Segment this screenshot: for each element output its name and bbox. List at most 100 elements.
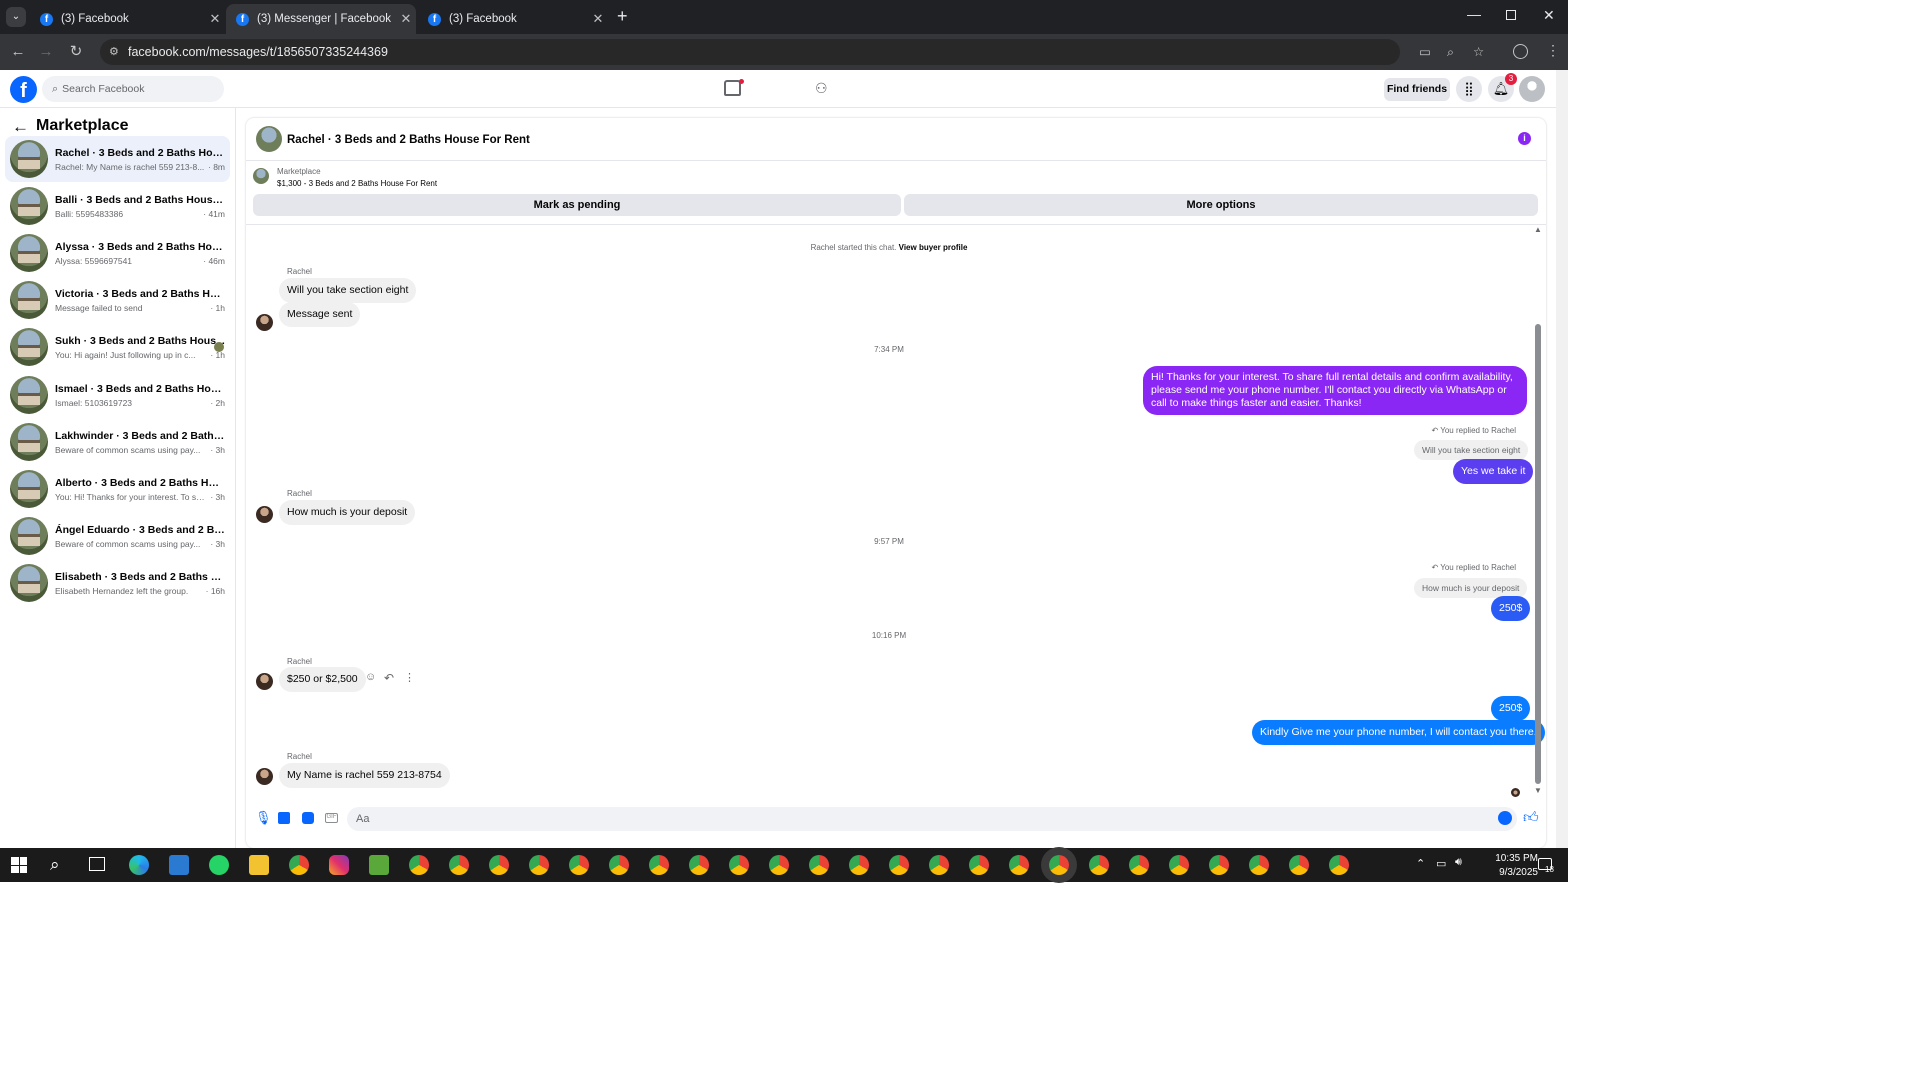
back-icon[interactable]: ←	[8, 42, 28, 62]
react-smiley-icon[interactable]: ☺	[365, 671, 376, 683]
clock-time[interactable]: 10:35 PM	[1478, 853, 1538, 864]
sender-avatar[interactable]	[256, 314, 273, 331]
mark-as-pending-button[interactable]: Mark as pending	[253, 194, 901, 216]
sender-avatar[interactable]	[256, 673, 273, 690]
conversation-item[interactable]: Sukh · 3 Beds and 2 Baths Hous... You: Hi…	[5, 324, 230, 370]
chrome-profile-icon[interactable]	[769, 855, 789, 875]
volume-icon[interactable]: 🔊︎	[1455, 856, 1462, 869]
view-buyer-profile-link[interactable]: View buyer profile	[899, 243, 968, 252]
menu-grid-icon[interactable]: ⣿	[1456, 76, 1482, 102]
listing-title[interactable]: $1,300 - 3 Beds and 2 Baths House For Re…	[277, 179, 437, 188]
message-in[interactable]: How much is your deposit	[279, 500, 416, 525]
chrome-profile-icon[interactable]	[409, 855, 429, 875]
photo-icon[interactable]	[278, 812, 290, 824]
message-out[interactable]: Hi! Thanks for your interest. To share f…	[1143, 366, 1527, 415]
chat-scroll-up-icon[interactable]: ▲	[1534, 225, 1542, 234]
windows-start-icon[interactable]	[11, 857, 27, 873]
bookmark-star-icon[interactable]: ☆	[1473, 39, 1484, 65]
message-out[interactable]: 250$	[1491, 596, 1531, 621]
instagram-icon[interactable]	[329, 855, 349, 875]
chrome-profile-icon[interactable]	[609, 855, 629, 875]
facebook-logo-icon[interactable]: f	[10, 76, 37, 103]
message-out[interactable]: Yes we take it	[1453, 459, 1534, 484]
chrome-icon[interactable]	[289, 855, 309, 875]
chrome-profile-icon[interactable]	[529, 855, 549, 875]
chrome-profile-icon[interactable]	[1049, 855, 1069, 875]
sender-avatar[interactable]	[256, 506, 273, 523]
tab-search-chevron-icon[interactable]: ⌄	[6, 7, 26, 27]
notepad-icon[interactable]	[369, 855, 389, 875]
sticker-icon[interactable]	[302, 812, 314, 824]
whatsapp-icon[interactable]	[209, 855, 229, 875]
friends-icon[interactable]: ⚇	[815, 80, 831, 96]
chrome-profile-icon[interactable]	[849, 855, 869, 875]
edge-icon[interactable]	[129, 855, 149, 875]
message-input[interactable]: Aa	[347, 807, 1517, 831]
message-in[interactable]: $250 or $2,500	[279, 667, 366, 692]
back-arrow-icon[interactable]: ←	[12, 117, 29, 137]
more-kebab-icon[interactable]: ⋮	[404, 671, 415, 684]
chat-scroll-down-icon[interactable]: ▼	[1534, 786, 1542, 795]
microphone-icon[interactable]: 🎙︎	[255, 810, 272, 826]
listing-thumbnail[interactable]	[253, 168, 269, 184]
task-view-icon[interactable]	[89, 857, 105, 871]
chrome-profile-icon[interactable]	[969, 855, 989, 875]
like-thumb-icon[interactable]: 👍︎	[1523, 809, 1539, 827]
conversation-item[interactable]: Ángel Eduardo · 3 Beds and 2 Bath... Bewa…	[5, 513, 230, 559]
search-box[interactable]: ⌕ Search Facebook	[42, 76, 224, 102]
chrome-profile-icon[interactable]	[649, 855, 669, 875]
tab-facebook-1[interactable]: f (3) Facebook ✕	[30, 4, 225, 34]
zoom-icon[interactable]: ⌕	[1447, 39, 1454, 65]
message-in[interactable]: Message sent	[279, 302, 361, 327]
find-friends-button[interactable]: Find friends	[1384, 78, 1450, 101]
tab-facebook-2[interactable]: f (3) Facebook ✕	[418, 4, 608, 34]
chrome-profile-icon[interactable]	[1169, 855, 1189, 875]
reload-icon[interactable]: ↻	[66, 42, 86, 62]
chrome-profile-icon[interactable]	[689, 855, 709, 875]
chat-title[interactable]: Rachel · 3 Beds and 2 Baths House For Re…	[287, 134, 530, 146]
reply-arrow-icon[interactable]: ↶	[384, 671, 394, 685]
network-icon[interactable]: ▭	[1436, 857, 1446, 870]
search-taskbar-icon[interactable]: ⌕	[50, 855, 60, 875]
chrome-profile-icon[interactable]	[1209, 855, 1229, 875]
minimize-icon[interactable]: —	[1467, 6, 1481, 22]
quoted-message[interactable]: Will you take section eight	[1414, 440, 1529, 460]
restore-icon[interactable]	[1506, 10, 1516, 20]
store-icon[interactable]	[169, 855, 189, 875]
chrome-profile-icon[interactable]	[729, 855, 749, 875]
chrome-profile-icon[interactable]	[1329, 855, 1349, 875]
conversation-item[interactable]: Alberto · 3 Beds and 2 Baths Hous... You:…	[5, 466, 230, 512]
message-in[interactable]: Will you take section eight	[279, 278, 417, 303]
close-window-icon[interactable]: ✕	[1543, 7, 1555, 24]
info-icon[interactable]: i	[1518, 132, 1531, 145]
chat-scrollbar-thumb[interactable]	[1535, 324, 1541, 784]
chrome-profile-icon[interactable]	[1009, 855, 1029, 875]
conversation-item[interactable]: Alyssa · 3 Beds and 2 Baths House ... Aly…	[5, 230, 230, 276]
sender-avatar[interactable]	[256, 768, 273, 785]
forward-icon[interactable]: →	[36, 42, 56, 62]
conversation-item[interactable]: Balli · 3 Beds and 2 Baths House F... Bal…	[5, 183, 230, 229]
quoted-message[interactable]: How much is your deposit	[1414, 578, 1528, 598]
chrome-profile-icon[interactable]	[1089, 855, 1109, 875]
new-tab-button[interactable]: +	[617, 6, 628, 27]
tray-chevron-icon[interactable]: ⌃	[1416, 857, 1425, 870]
close-tab-icon[interactable]: ✕	[588, 11, 608, 27]
page-scrollbar[interactable]	[1556, 70, 1568, 848]
chrome-profile-icon[interactable]	[929, 855, 949, 875]
chrome-profile-icon[interactable]	[1289, 855, 1309, 875]
tab-messenger[interactable]: f (3) Messenger | Facebook ✕	[226, 4, 416, 34]
chrome-profile-icon[interactable]	[889, 855, 909, 875]
chrome-profile-icon[interactable]	[809, 855, 829, 875]
profile-icon[interactable]	[1513, 44, 1528, 59]
conversation-item[interactable]: Elisabeth · 3 Beds and 2 Baths Hou... Eli…	[5, 560, 230, 606]
conversation-item[interactable]: Rachel · 3 Beds and 2 Baths House... Rach…	[5, 136, 230, 182]
close-tab-icon[interactable]: ✕	[205, 11, 225, 27]
message-out[interactable]: Kindly Give me your phone number, I will…	[1252, 720, 1545, 745]
clock-date[interactable]: 9/3/2025	[1478, 867, 1538, 878]
chrome-profile-icon[interactable]	[489, 855, 509, 875]
chrome-profile-icon[interactable]	[1129, 855, 1149, 875]
chrome-profile-icon[interactable]	[569, 855, 589, 875]
conversation-item[interactable]: Victoria · 3 Beds and 2 Baths Hous... Mes…	[5, 277, 230, 323]
chat-header-thumbnail[interactable]	[256, 126, 282, 152]
message-in[interactable]: My Name is rachel 559 213-8754	[279, 763, 450, 788]
